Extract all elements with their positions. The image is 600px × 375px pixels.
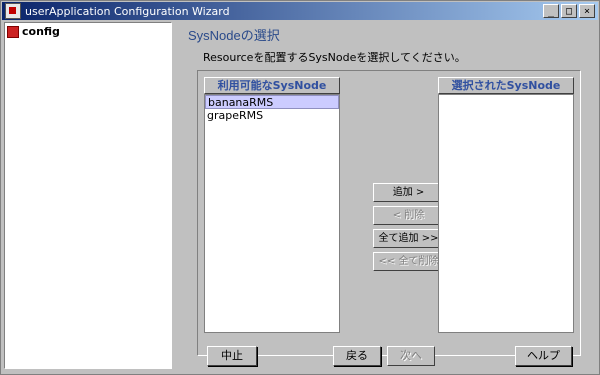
page-title: SysNodeの選択 [188,28,280,43]
available-sysnode-list: 利用可能なSysNode bananaRMS grapeRMS [204,77,340,333]
minimize-button[interactable]: _ [543,4,559,18]
help-button[interactable]: ヘルプ [515,346,572,366]
add-all-button[interactable]: 全て追加 >> [373,229,444,248]
next-button[interactable]: 次へ [387,346,435,366]
remove-all-button[interactable]: << 全て削除 [373,252,444,271]
remove-button[interactable]: < 削除 [373,206,444,225]
selection-panel: 利用可能なSysNode bananaRMS grapeRMS 追加 > < 削除… [197,70,581,356]
app-icon [5,3,21,19]
selected-list-header: 選択されたSysNode [438,77,574,94]
config-tree[interactable]: config [4,22,172,369]
list-item[interactable]: bananaRMS [205,95,339,109]
window-controls: _ □ × [543,4,595,18]
close-button[interactable]: × [579,4,595,18]
app-window: userApplication Configuration Wizard _ □… [0,0,600,375]
available-list-body[interactable]: bananaRMS grapeRMS [204,94,340,333]
config-icon [7,25,19,38]
list-item[interactable]: grapeRMS [205,109,339,123]
maximize-button[interactable]: □ [561,4,577,18]
selected-sysnode-list: 選択されたSysNode [438,77,574,333]
tree-item-config[interactable]: config [5,23,171,40]
tree-item-label: config [22,25,60,38]
available-list-header: 利用可能なSysNode [204,77,340,94]
title-bar[interactable]: userApplication Configuration Wizard _ □… [2,2,598,20]
wizard-panel: SysNodeの選択 Resourceを配置するSysNodeを選択してください… [177,22,597,369]
selected-list-body[interactable] [438,94,574,333]
add-button[interactable]: 追加 > [373,183,444,202]
window-title: userApplication Configuration Wizard [25,4,230,18]
instruction-text: Resourceを配置するSysNodeを選択してください。 [203,51,466,64]
cancel-button[interactable]: 中止 [207,346,257,366]
back-button[interactable]: 戻る [333,346,381,366]
